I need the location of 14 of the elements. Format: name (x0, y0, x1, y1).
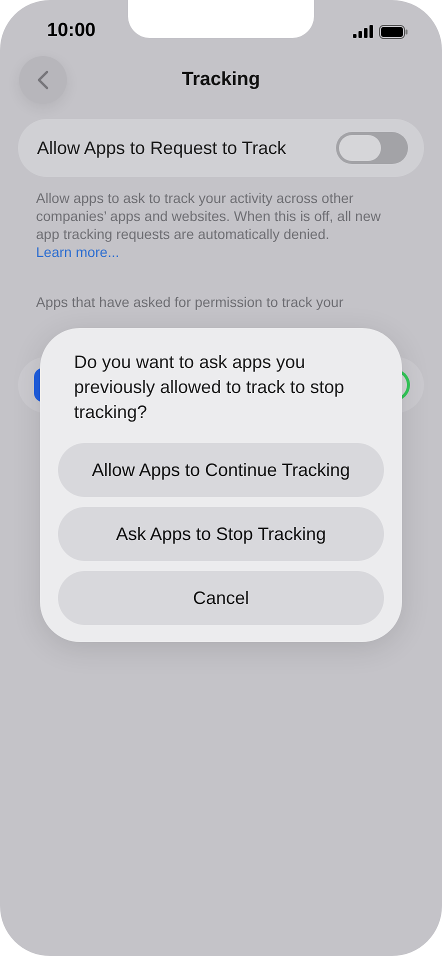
dialog-message: Do you want to ask apps you previously allowed to track to stop tracking? (74, 351, 346, 424)
dialog-button[interactable]: Cancel (58, 571, 384, 625)
setting-label: Allow Apps to Request to Track (37, 136, 286, 160)
back-button[interactable] (19, 56, 67, 104)
dialog-button[interactable]: Ask Apps to Stop Tracking (58, 507, 384, 561)
page-title: Tracking (182, 68, 260, 92)
toggle-switch[interactable] (336, 132, 408, 164)
section-note: Apps that have asked for permission to track your (36, 293, 344, 311)
description-text: Allow apps to ask to track your activity across other companies’ apps and websites. When this is off, all new app tracking requests are automatically denied. Learn more... (36, 189, 382, 261)
dialog-button[interactable]: Allow Apps to Continue Tracking (58, 443, 384, 497)
signal-icon (353, 25, 373, 38)
status-time: 10:00 (47, 19, 96, 44)
battery-icon (379, 24, 408, 38)
chevron-left-icon (37, 70, 49, 90)
